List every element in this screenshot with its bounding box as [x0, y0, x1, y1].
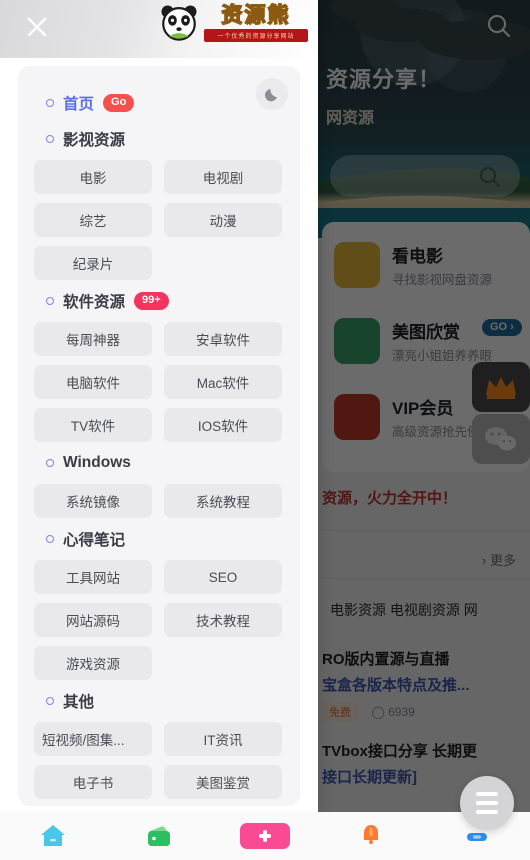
menu-section-header[interactable]: Windows	[32, 448, 286, 478]
menu-section-title: 其他	[63, 694, 95, 711]
menu-sections: 首页 Go 影视资源电影 电视剧 综艺 动漫 纪录片软件资源 99+ 每周神器 安卓软件 电脑软件 M…	[32, 88, 286, 799]
bullet-icon	[46, 99, 54, 107]
menu-section-title: 心得笔记	[63, 532, 126, 549]
home-icon	[41, 825, 65, 846]
bullet-icon	[46, 297, 54, 305]
menu-section-badge: 99+	[134, 292, 169, 310]
logo-text-block: 资源熊 一个优秀的资源分享网站	[204, 3, 308, 42]
nav-item-wallet[interactable]	[106, 812, 212, 860]
menu-section-header[interactable]: 心得笔记	[32, 524, 286, 554]
menu-card: 首页 Go 影视资源电影 电视剧 综艺 动漫 纪录片软件资源 99+ 每周神器 安卓软件 电脑软件 M…	[18, 66, 300, 806]
menu-tile[interactable]: 技术教程	[164, 603, 282, 637]
dark-mode-toggle[interactable]	[256, 78, 288, 110]
wallet-icon	[148, 826, 170, 846]
fab-bar	[476, 801, 498, 805]
moon-icon	[264, 88, 277, 101]
menu-tile[interactable]: IOS软件	[164, 408, 282, 442]
menu-tile-grid: 电影 电视剧 综艺 动漫 纪录片	[32, 160, 286, 280]
menu-tile-grid: 短视频/图集... IT资讯 电子书 美图鉴赏	[32, 722, 286, 799]
plus-icon	[240, 823, 290, 849]
menu-section-title: Windows	[63, 454, 131, 471]
menu-tile[interactable]: 短视频/图集...	[34, 722, 152, 756]
menu-tile[interactable]: 系统教程	[164, 484, 282, 518]
menu-tile[interactable]: TV软件	[34, 408, 152, 442]
menu-section-header[interactable]: 软件资源 99+	[32, 286, 286, 316]
menu-tile[interactable]: 综艺	[34, 203, 152, 237]
bell-icon	[364, 825, 378, 844]
menu-tile[interactable]: 网站源码	[34, 603, 152, 637]
logo-banner: 一个优秀的资源分享网站	[204, 28, 308, 42]
navigation-drawer: 资源熊 一个优秀的资源分享网站 首页 Go 影视资源电影 电视剧 综艺 动漫 纪录片软件资源…	[0, 0, 318, 812]
menu-tile[interactable]: 电子书	[34, 765, 152, 799]
menu-tile-grid: 每周神器 安卓软件 电脑软件 Mac软件 TV软件 IOS软件	[32, 322, 286, 442]
menu-tile[interactable]: 电视剧	[164, 160, 282, 194]
bullet-icon	[46, 697, 54, 705]
menu-section-badge: Go	[103, 94, 135, 112]
menu-tile-grid: 工具网站 SEO 网站源码 技术教程 游戏资源	[32, 560, 286, 680]
menu-tile[interactable]: 工具网站	[34, 560, 152, 594]
menu-tile[interactable]: 系统镜像	[34, 484, 152, 518]
menu-tile[interactable]: 电影	[34, 160, 152, 194]
menu-tile[interactable]: Mac软件	[164, 365, 282, 399]
menu-tile[interactable]: 纪录片	[34, 246, 152, 280]
menu-tile[interactable]: SEO	[164, 560, 282, 594]
drawer-scrim[interactable]	[318, 0, 530, 812]
menu-tile[interactable]: 游戏资源	[34, 646, 152, 680]
menu-section-header[interactable]: 首页 Go	[32, 88, 286, 118]
fab-bar	[476, 792, 498, 796]
menu-section-header[interactable]: 影视资源	[32, 124, 286, 154]
menu-section-title: 影视资源	[63, 132, 126, 149]
menu-tile[interactable]: 美图鉴赏	[164, 765, 282, 799]
menu-tile[interactable]: 动漫	[164, 203, 282, 237]
bottom-navigation	[0, 812, 530, 860]
fab-bar	[476, 810, 498, 814]
menu-section-title: 首页	[63, 96, 95, 113]
nav-item-add[interactable]	[212, 812, 318, 860]
bullet-icon	[46, 135, 54, 143]
bullet-icon	[46, 535, 54, 543]
menu-tile[interactable]: 安卓软件	[164, 322, 282, 356]
drawer-header: 资源熊 一个优秀的资源分享网站	[0, 0, 318, 58]
panda-icon	[161, 5, 197, 41]
menu-fab-button[interactable]	[460, 776, 514, 830]
app-root: 资源分享！ 网资源 看电影 寻找影视网盘资源	[0, 0, 530, 860]
nav-item-home[interactable]	[0, 812, 106, 860]
nav-item-bell[interactable]	[318, 812, 424, 860]
menu-tile[interactable]: IT资讯	[164, 722, 282, 756]
site-logo[interactable]: 资源熊 一个优秀的资源分享网站	[158, 2, 308, 44]
menu-tile-grid: 系统镜像 系统教程	[32, 484, 286, 518]
menu-tile[interactable]: 电脑软件	[34, 365, 152, 399]
close-icon[interactable]	[22, 12, 52, 42]
menu-tile[interactable]: 每周神器	[34, 322, 152, 356]
bullet-icon	[46, 459, 54, 467]
menu-section-header[interactable]: 其他	[32, 686, 286, 716]
logo-title: 资源熊	[221, 3, 291, 27]
menu-section-title: 软件资源	[63, 294, 126, 311]
